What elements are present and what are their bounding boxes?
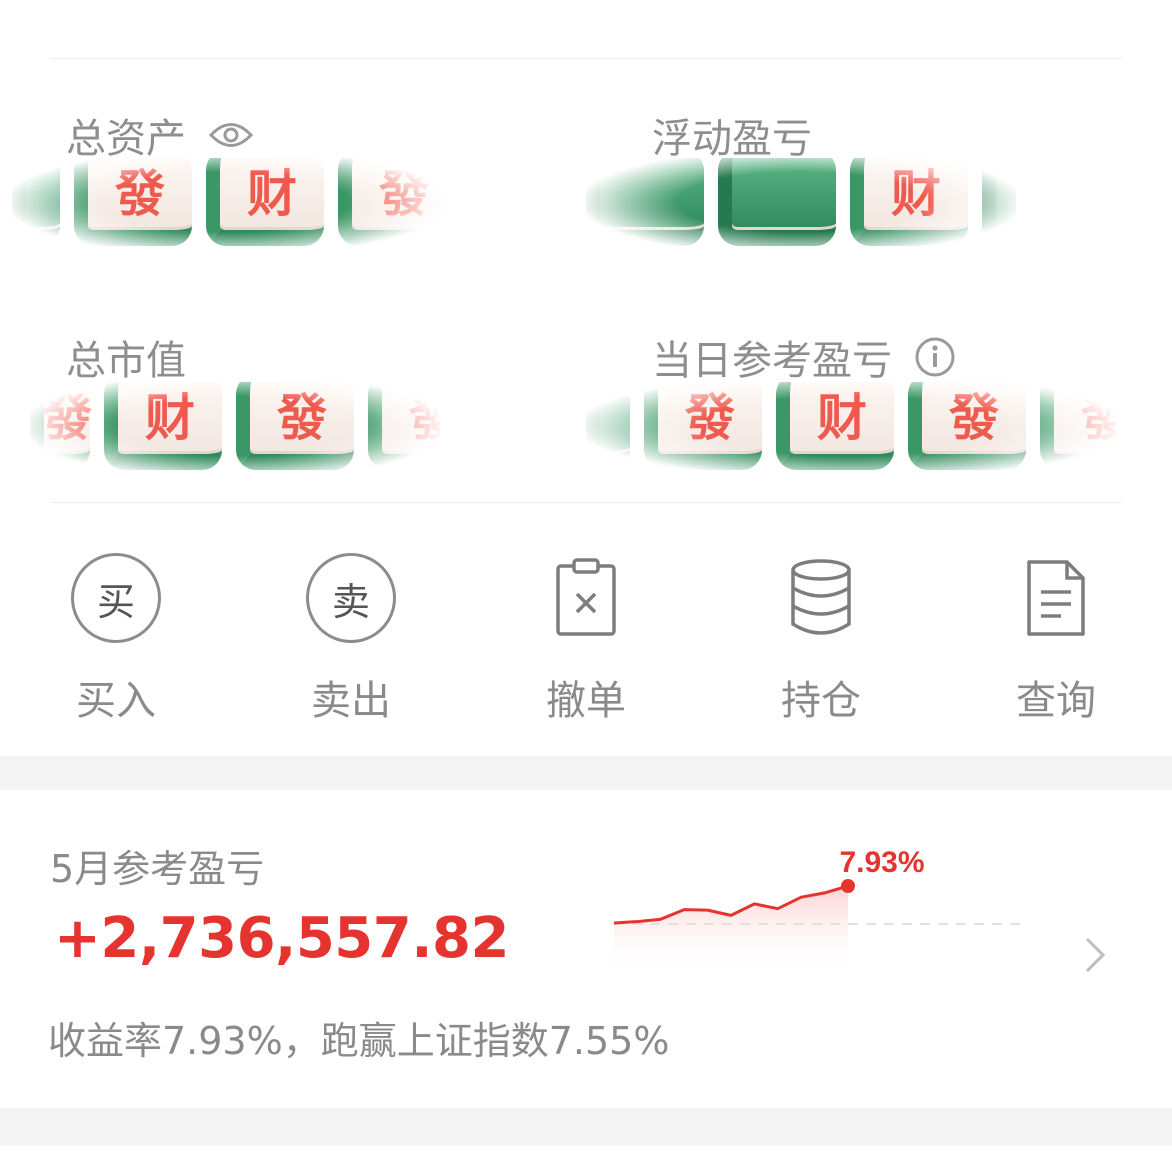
- mahjong-tile-back: [982, 158, 1016, 246]
- mahjong-tile: 财: [850, 158, 968, 246]
- mahjong-tile-back: [718, 158, 836, 246]
- daily-pl-hidden-value: 發 财 發 發: [586, 382, 1116, 470]
- top-divider: [50, 58, 1122, 59]
- buy-button[interactable]: 买 买入: [31, 548, 201, 726]
- mahjong-tile: 發: [338, 158, 442, 246]
- daily-pl-label: 当日参考盈亏: [652, 328, 956, 386]
- floating-pl-hidden-value: 财: [586, 158, 1016, 246]
- chevron-right-icon[interactable]: [1084, 936, 1106, 974]
- holdings-database-icon: [791, 559, 851, 635]
- buy-label: 买入: [76, 678, 156, 724]
- mahjong-tile-back: [586, 382, 630, 470]
- assets-divider: [50, 502, 1122, 503]
- mahjong-tile: 财: [104, 382, 222, 470]
- mahjong-tile: 發: [74, 158, 192, 246]
- mahjong-tile: 财: [206, 158, 324, 246]
- section-separator: [0, 756, 1172, 790]
- chart-area: [614, 886, 848, 976]
- market-value-label: 总市值: [66, 338, 186, 384]
- query-document-icon: [1027, 560, 1085, 636]
- monthly-return-description: 收益率7.93%，跑赢上证指数7.55%: [48, 1019, 670, 1063]
- chart-end-point: [841, 879, 855, 893]
- mahjong-tile: 發: [644, 382, 762, 470]
- sell-label: 卖出: [311, 678, 391, 724]
- floating-pl-label: 浮动盈亏: [652, 116, 812, 162]
- monthly-pl-title: 5月参考盈亏: [50, 847, 265, 891]
- monthly-pl-value: +2,736,557.82: [54, 906, 509, 971]
- sell-circle-icon: 卖: [306, 553, 396, 643]
- sell-button[interactable]: 卖 卖出: [266, 548, 436, 726]
- monthly-pl-chart: 7.93%: [613, 846, 1020, 976]
- mahjong-tile: 發: [908, 382, 1026, 470]
- cancel-order-button[interactable]: 撤单: [501, 548, 671, 726]
- holdings-button[interactable]: 持仓: [736, 548, 906, 726]
- market-value-hidden-value: 發 财 發 發: [30, 382, 440, 470]
- eye-icon[interactable]: [208, 120, 254, 150]
- buy-circle-icon: 买: [71, 553, 161, 643]
- query-button[interactable]: 查询: [971, 548, 1141, 726]
- total-assets-label: 总资产: [66, 106, 254, 164]
- total-assets-hidden-value: 發 财 發: [12, 158, 442, 246]
- query-label: 查询: [1016, 678, 1096, 724]
- mahjong-tile: 财: [776, 382, 894, 470]
- cancel-order-label: 撤单: [546, 678, 626, 724]
- holdings-label: 持仓: [781, 678, 861, 724]
- mahjong-tile: 發: [1040, 382, 1116, 470]
- mahjong-tile: 發: [368, 382, 440, 470]
- cancel-order-clipboard-icon: [556, 558, 616, 636]
- mahjong-tile: 發: [236, 382, 354, 470]
- mahjong-tile: 發: [30, 382, 92, 470]
- chart-end-label: 7.93%: [839, 846, 924, 879]
- bottom-separator: [0, 1108, 1172, 1146]
- mahjong-tile-back: [586, 158, 704, 246]
- info-icon[interactable]: [914, 336, 956, 378]
- mahjong-tile-back: [12, 158, 60, 246]
